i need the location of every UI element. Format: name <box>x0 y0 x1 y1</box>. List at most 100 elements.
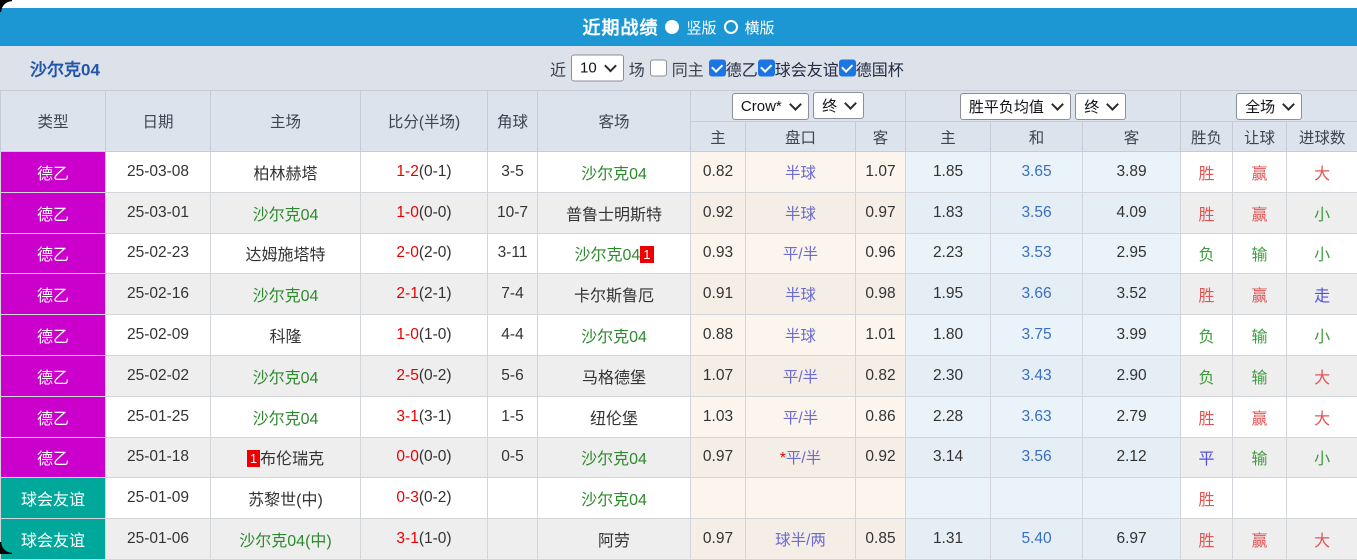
banner: 近期战绩 竖版 横版 <box>0 8 1357 46</box>
layout-horizontal-label[interactable]: 横版 <box>745 17 775 38</box>
layout-horizontal-radio[interactable] <box>724 20 738 34</box>
scope-group-header: 全场 <box>1181 91 1357 122</box>
avg-home-odds-cell: 3.14 <box>906 437 991 478</box>
same-home-label[interactable]: 同主 <box>672 56 704 80</box>
result-cell: 负 <box>1181 315 1233 356</box>
table-row: 德乙25-02-23达姆施塔特2-0(2-0)3-11沙尔克0410.93平/半… <box>1 233 1357 274</box>
ah-away-odds-cell: 0.85 <box>856 519 906 560</box>
rank-badge: 1 <box>247 450 260 467</box>
odds-company-select[interactable]: Crow* <box>732 93 809 120</box>
ah-line-cell: 半球 <box>746 315 856 356</box>
score-cell: 3-1(1-0) <box>361 519 488 560</box>
col-header-date: 日期 <box>106 91 211 152</box>
avg-away-odds-cell: 2.79 <box>1083 396 1181 437</box>
sub-header-ah-away: 客 <box>856 122 906 152</box>
goals-result-cell: 大 <box>1287 396 1357 437</box>
corners-cell: 0-5 <box>488 437 538 478</box>
league-de2-checkbox[interactable] <box>709 60 726 77</box>
date-cell: 25-02-23 <box>106 233 211 274</box>
ah-away-odds-cell: 0.82 <box>856 355 906 396</box>
away-team-cell: 普鲁士明斯特 <box>538 192 691 233</box>
table-row: 德乙25-02-02沙尔克042-5(0-2)5-6马格德堡1.07平/半0.8… <box>1 355 1357 396</box>
avg-draw-odds-cell <box>991 478 1083 519</box>
avg-away-odds-cell <box>1083 478 1181 519</box>
avg-odds-period-select[interactable]: 终 <box>1075 93 1126 120</box>
match-type-cell: 德乙 <box>1 396 106 437</box>
odds-company-value: Crow* <box>741 98 782 115</box>
goals-result-cell: 小 <box>1287 192 1357 233</box>
ah-home-odds-cell: 0.97 <box>691 519 746 560</box>
away-team-cell: 沙尔克04 <box>538 152 691 193</box>
goals-result-cell: 走 <box>1287 274 1357 315</box>
ah-home-odds-cell: 0.91 <box>691 274 746 315</box>
league-friendly-checkbox[interactable] <box>758 60 775 77</box>
match-type-cell: 德乙 <box>1 274 106 315</box>
ah-away-odds-cell: 1.07 <box>856 152 906 193</box>
col-header-home: 主场 <box>211 91 361 152</box>
score-cell: 0-0(0-0) <box>361 437 488 478</box>
home-team-cell: 科隆 <box>211 315 361 356</box>
result-cell: 胜 <box>1181 478 1233 519</box>
home-team-cell: 沙尔克04 <box>211 192 361 233</box>
league-cup-checkbox[interactable] <box>839 60 856 77</box>
corners-cell: 4-4 <box>488 315 538 356</box>
result-cell: 胜 <box>1181 274 1233 315</box>
league-friendly-label[interactable]: 球会友谊 <box>775 56 839 80</box>
ah-home-odds-cell: 1.07 <box>691 355 746 396</box>
layout-vertical-radio[interactable] <box>665 20 679 34</box>
games-label: 场 <box>629 56 645 80</box>
odds-company-period-select[interactable]: 终 <box>813 92 864 119</box>
avg-home-odds-cell: 1.80 <box>906 315 991 356</box>
avg-home-odds-cell: 2.28 <box>906 396 991 437</box>
ah-line-cell: 半球 <box>746 192 856 233</box>
spread-result-cell: 赢 <box>1233 152 1287 193</box>
away-team-cell: 阿劳 <box>538 519 691 560</box>
corners-cell: 5-6 <box>488 355 538 396</box>
date-cell: 25-01-06 <box>106 519 211 560</box>
home-team-cell: 1布伦瑞克 <box>211 437 361 478</box>
league-cup-label[interactable]: 德国杯 <box>856 56 904 80</box>
team-title: 沙尔克04 <box>30 56 100 81</box>
same-home-checkbox[interactable] <box>650 60 667 77</box>
match-type-cell: 德乙 <box>1 437 106 478</box>
scope-select[interactable]: 全场 <box>1236 93 1302 120</box>
avg-away-odds-cell: 3.99 <box>1083 315 1181 356</box>
league-de2-label[interactable]: 德乙 <box>726 56 758 80</box>
home-team-cell: 沙尔克04 <box>211 396 361 437</box>
filter-bar: 沙尔克04 近 10 场 同主 德乙 球会友谊 德国杯 <box>0 46 1357 90</box>
avg-home-odds-cell: 1.31 <box>906 519 991 560</box>
sub-header-ah-line: 盘口 <box>746 122 856 152</box>
ah-line-cell: 半球 <box>746 274 856 315</box>
filter-controls: 近 10 场 同主 德乙 球会友谊 德国杯 <box>545 55 904 82</box>
spread-result-cell: 输 <box>1233 315 1287 356</box>
layout-vertical-label[interactable]: 竖版 <box>686 17 716 38</box>
avg-home-odds-cell: 1.83 <box>906 192 991 233</box>
ah-line-cell: 平/半 <box>746 396 856 437</box>
away-team-cell: 沙尔克04 <box>538 478 691 519</box>
away-team-cell: 沙尔克041 <box>538 233 691 274</box>
goals-result-cell: 小 <box>1287 315 1357 356</box>
ah-odds-group-header: Crow* 终 <box>691 91 906 122</box>
near-label: 近 <box>550 56 566 80</box>
match-count-select[interactable]: 10 <box>571 55 624 82</box>
avg-away-odds-cell: 2.90 <box>1083 355 1181 396</box>
home-team-cell: 苏黎世(中) <box>211 478 361 519</box>
result-cell: 胜 <box>1181 152 1233 193</box>
goals-result-cell: 大 <box>1287 152 1357 193</box>
ah-home-odds-cell: 0.93 <box>691 233 746 274</box>
col-header-type: 类型 <box>1 91 106 152</box>
date-cell: 25-02-09 <box>106 315 211 356</box>
result-cell: 平 <box>1181 437 1233 478</box>
avg-odds-select[interactable]: 胜平负均值 <box>960 93 1071 120</box>
spread-result-cell: 输 <box>1233 233 1287 274</box>
odds-company-period-value: 终 <box>822 95 837 116</box>
date-cell: 25-01-18 <box>106 437 211 478</box>
date-cell: 25-03-01 <box>106 192 211 233</box>
ah-line-cell: *平/半 <box>746 437 856 478</box>
spread-result-cell <box>1233 478 1287 519</box>
ah-away-odds-cell: 0.96 <box>856 233 906 274</box>
sub-header-avg-draw: 和 <box>991 122 1083 152</box>
sub-header-result: 胜负 <box>1181 122 1233 152</box>
ah-away-odds-cell: 0.86 <box>856 396 906 437</box>
ah-away-odds-cell <box>856 478 906 519</box>
